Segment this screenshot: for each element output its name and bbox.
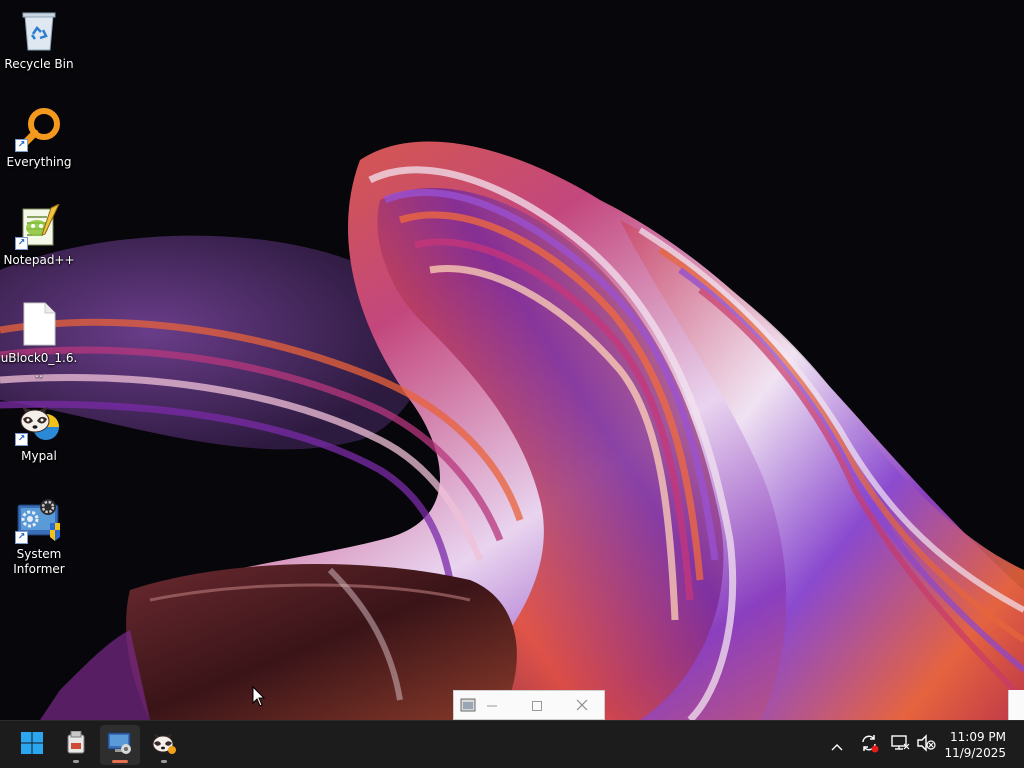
shortcut-arrow-icon: ↗ (15, 433, 28, 446)
system-informer-icon: ↗ (15, 496, 63, 544)
desktop-icon-notepad-plus-plus[interactable]: ↗ Notepad++ (0, 202, 78, 268)
tray-network-button[interactable] (888, 733, 912, 757)
minimize-icon (487, 696, 497, 715)
shortcut-arrow-icon: ↗ (15, 531, 28, 544)
clock-date: 11/9/2025 (944, 746, 1006, 760)
file-icon (15, 300, 63, 348)
taskbar-app-usb-drive[interactable] (56, 725, 96, 765)
desktop-icon-label: System Informer (13, 547, 65, 576)
sync-alert-icon (859, 733, 879, 757)
desktop-icon-label: Mypal (21, 449, 57, 463)
desktop-icon-everything[interactable]: ↗ Everything (0, 104, 78, 170)
network-icon (890, 734, 910, 756)
mouse-cursor (252, 685, 266, 712)
taskbar-clock[interactable]: 11:09 PM 11/9/2025 (944, 729, 1006, 761)
notepad-plus-plus-icon: ↗ (15, 202, 63, 250)
close-button[interactable] (562, 693, 602, 717)
desktop-wallpaper (0, 0, 1024, 720)
tray-volume-button[interactable] (914, 733, 938, 757)
shortcut-arrow-icon: ↗ (15, 237, 28, 250)
everything-search-icon: ↗ (15, 104, 63, 152)
volume-muted-icon (916, 734, 936, 756)
maximize-icon (532, 696, 542, 715)
focused-indicator (112, 760, 128, 763)
desktop-icon-system-informer[interactable]: ↗ System Informer (0, 496, 78, 577)
taskbar: 11:09 PM 11/9/2025 (0, 720, 1024, 768)
system-informer-app-icon (107, 730, 133, 760)
start-button[interactable] (12, 725, 52, 765)
desktop-icon-recycle-bin[interactable]: Recycle Bin (0, 6, 78, 72)
windows-start-icon (20, 731, 44, 759)
recycle-bin-icon (15, 6, 63, 54)
offscreen-window-edge[interactable] (1008, 690, 1024, 720)
shortcut-arrow-icon: ↗ (15, 139, 28, 152)
desktop-icon-label: Everything (6, 155, 72, 169)
open-indicator (73, 760, 79, 763)
taskbar-app-mypal[interactable] (144, 725, 184, 765)
desktop-icon-mypal[interactable]: ↗ Mypal (0, 398, 78, 464)
desktop-icon-label: Recycle Bin (4, 57, 74, 71)
chevron-up-icon (831, 736, 843, 755)
minimize-button[interactable] (472, 693, 512, 717)
show-hidden-icons-button[interactable] (825, 733, 849, 757)
mypal-app-icon (151, 731, 177, 759)
tray-sync-button[interactable] (857, 733, 881, 757)
maximize-button[interactable] (517, 693, 557, 717)
open-indicator (161, 760, 167, 763)
minimized-app-window[interactable] (453, 690, 605, 720)
clock-time: 11:09 PM (950, 730, 1006, 744)
taskbar-app-system-informer[interactable] (100, 725, 140, 765)
usb-drive-app-icon (65, 730, 87, 759)
close-icon (576, 696, 588, 715)
desktop-icon-label: Notepad++ (3, 253, 75, 267)
desktop-icon-ublock-file[interactable]: uBlock0_1.6... (0, 300, 78, 381)
mypal-browser-icon: ↗ (15, 398, 63, 446)
desktop-icon-label: uBlock0_1.6... (0, 351, 78, 380)
